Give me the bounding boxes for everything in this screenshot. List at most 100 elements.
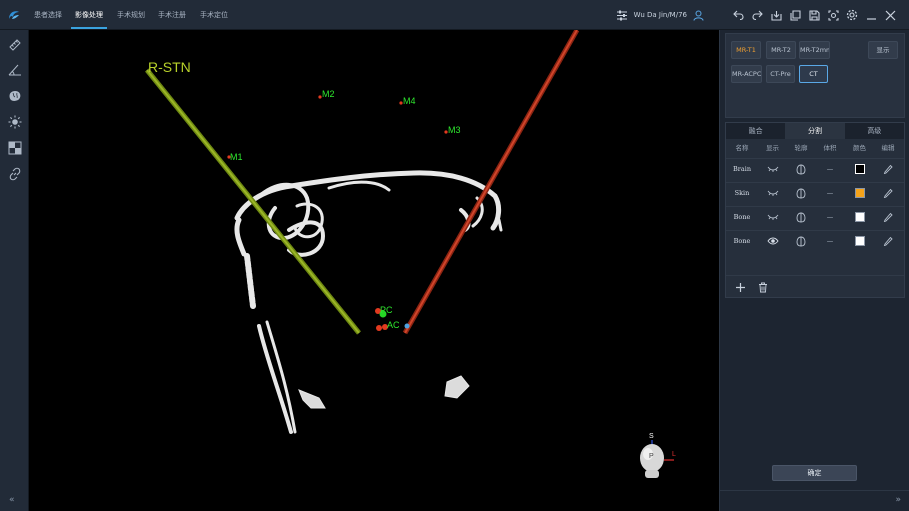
tab-segmentation[interactable]: 分割 (785, 123, 845, 139)
sequence-selector: MR-T1 MR-T2 MR-T2mm 显示 MR-ACPC CT-Pre CT (725, 33, 905, 118)
app-logo-icon (9, 11, 19, 19)
bone-model (234, 170, 503, 434)
close-icon[interactable] (882, 7, 898, 23)
edit-icon[interactable] (874, 183, 902, 204)
seq-mr-acpc[interactable]: MR-ACPC (731, 65, 762, 83)
header-volume: 体积 (823, 144, 837, 152)
row-volume: — (826, 237, 834, 245)
tab-surgery-planning[interactable]: 手术规划 (115, 0, 147, 29)
marker-m1-label: M1 (230, 152, 243, 162)
segmentation-tabs: 融合 分割 高级 (726, 123, 904, 139)
eye-open-icon[interactable] (758, 231, 787, 252)
user-icon[interactable] (693, 10, 704, 21)
eye-closed-icon[interactable] (758, 183, 787, 204)
segmentation-panel: 融合 分割 高级 名称 显示 轮廓 体积 颜色 编辑 Brain — Skin … (725, 122, 905, 298)
import-icon[interactable] (768, 7, 784, 23)
row-volume: — (826, 189, 834, 197)
row-volume: — (826, 165, 834, 173)
table-row: Skin — (726, 182, 904, 203)
orientation-l: L (672, 451, 676, 458)
color-swatch[interactable] (845, 183, 874, 204)
table-row: Brain — (726, 158, 904, 179)
divider (720, 490, 909, 491)
collapse-right-button[interactable]: » (895, 495, 901, 505)
marker-pc-label: PC (380, 305, 393, 315)
row-name: Skin (734, 189, 750, 197)
row-volume: — (826, 213, 834, 221)
marker-m2-label: M2 (322, 89, 335, 99)
tab-surgery-positioning[interactable]: 手术定位 (198, 0, 230, 29)
row-name: Bone (733, 237, 751, 245)
marker-ac-label: AC (387, 320, 400, 330)
link-icon[interactable] (7, 166, 22, 181)
edit-icon[interactable] (874, 207, 902, 228)
seq-mr-t2mm[interactable]: MR-T2mm (799, 41, 830, 59)
color-swatch[interactable] (845, 231, 874, 252)
eye-closed-icon[interactable] (758, 159, 787, 180)
right-panel: MR-T1 MR-T2 MR-T2mm 显示 MR-ACPC CT-Pre CT… (719, 30, 909, 511)
header-contour: 轮廓 (794, 144, 808, 152)
seq-ct[interactable]: CT (799, 65, 828, 83)
segmentation-header: 名称 显示 轮廓 体积 颜色 编辑 (726, 141, 904, 156)
confirm-button[interactable]: 确定 (772, 465, 857, 481)
left-toolbar: « (0, 30, 29, 511)
header-display: 显示 (766, 144, 779, 152)
tab-surgery-registration[interactable]: 手术注册 (156, 0, 188, 29)
seq-mr-t2[interactable]: MR-T2 (766, 41, 796, 59)
marker-m3-label: M3 (448, 125, 461, 135)
trajectory-red[interactable] (402, 30, 580, 335)
redo-icon[interactable] (749, 7, 765, 23)
orientation-head-widget: S P L (640, 433, 676, 478)
collapse-left-button[interactable]: « (9, 495, 15, 505)
row-name: Bone (733, 213, 751, 221)
settings-icon[interactable] (844, 7, 860, 23)
edit-icon[interactable] (874, 159, 902, 180)
window-level-icon[interactable] (7, 140, 22, 155)
save-icon[interactable] (806, 7, 822, 23)
show-button[interactable]: 显示 (868, 41, 898, 59)
top-bar: 患者选择 影像处理 手术规划 手术注册 手术定位 Wu Da Jin/M/76 (0, 0, 909, 30)
scene: R-STN M1 M2 M3 M4 PC AC S P L (145, 30, 676, 478)
tab-fusion[interactable]: 融合 (726, 123, 785, 139)
orientation-s: S (649, 433, 654, 440)
seq-ct-pre[interactable]: CT-Pre (766, 65, 795, 83)
add-icon[interactable] (734, 281, 746, 293)
contour-icon[interactable] (787, 231, 815, 252)
screenshot-icon[interactable] (825, 7, 841, 23)
tab-image-processing[interactable]: 影像处理 (71, 0, 107, 29)
angle-icon[interactable] (7, 62, 22, 77)
3d-viewport[interactable]: R-STN M1 M2 M3 M4 PC AC S P L (29, 30, 719, 511)
ruler-icon[interactable] (7, 37, 22, 52)
undo-icon[interactable] (730, 7, 746, 23)
segmentation-footer (726, 275, 904, 297)
adjust-icon[interactable] (616, 10, 628, 21)
sun-icon[interactable] (7, 114, 22, 129)
header-color: 颜色 (853, 144, 866, 152)
user-name: Wu Da Jin/M/76 (633, 11, 687, 19)
tab-patient-select[interactable]: 患者选择 (33, 0, 63, 29)
user-area: Wu Da Jin/M/76 (616, 8, 704, 22)
trajectory-label-r-stn: R-STN (148, 59, 191, 75)
orientation-p: P (649, 453, 654, 460)
marker-ac-dot (376, 325, 382, 331)
header-edit: 编辑 (881, 144, 895, 152)
row-name: Brain (732, 165, 752, 173)
window-toolbar (730, 7, 898, 23)
export-icon[interactable] (787, 7, 803, 23)
contour-icon[interactable] (787, 207, 815, 228)
minimize-icon[interactable] (863, 7, 879, 23)
table-row: Bone — (726, 230, 904, 251)
contour-icon[interactable] (787, 183, 815, 204)
eye-closed-icon[interactable] (758, 207, 787, 228)
tab-advanced[interactable]: 高级 (845, 123, 904, 139)
seq-mr-t1[interactable]: MR-T1 (731, 41, 761, 59)
edit-icon[interactable] (874, 231, 902, 252)
table-row: Bone — (726, 206, 904, 227)
delete-icon[interactable] (757, 281, 769, 293)
color-swatch[interactable] (845, 159, 874, 180)
color-swatch[interactable] (845, 207, 874, 228)
contour-icon[interactable] (787, 159, 815, 180)
marker-m4-label: M4 (403, 96, 416, 106)
header-name: 名称 (735, 144, 749, 152)
brain-icon[interactable] (7, 88, 22, 103)
